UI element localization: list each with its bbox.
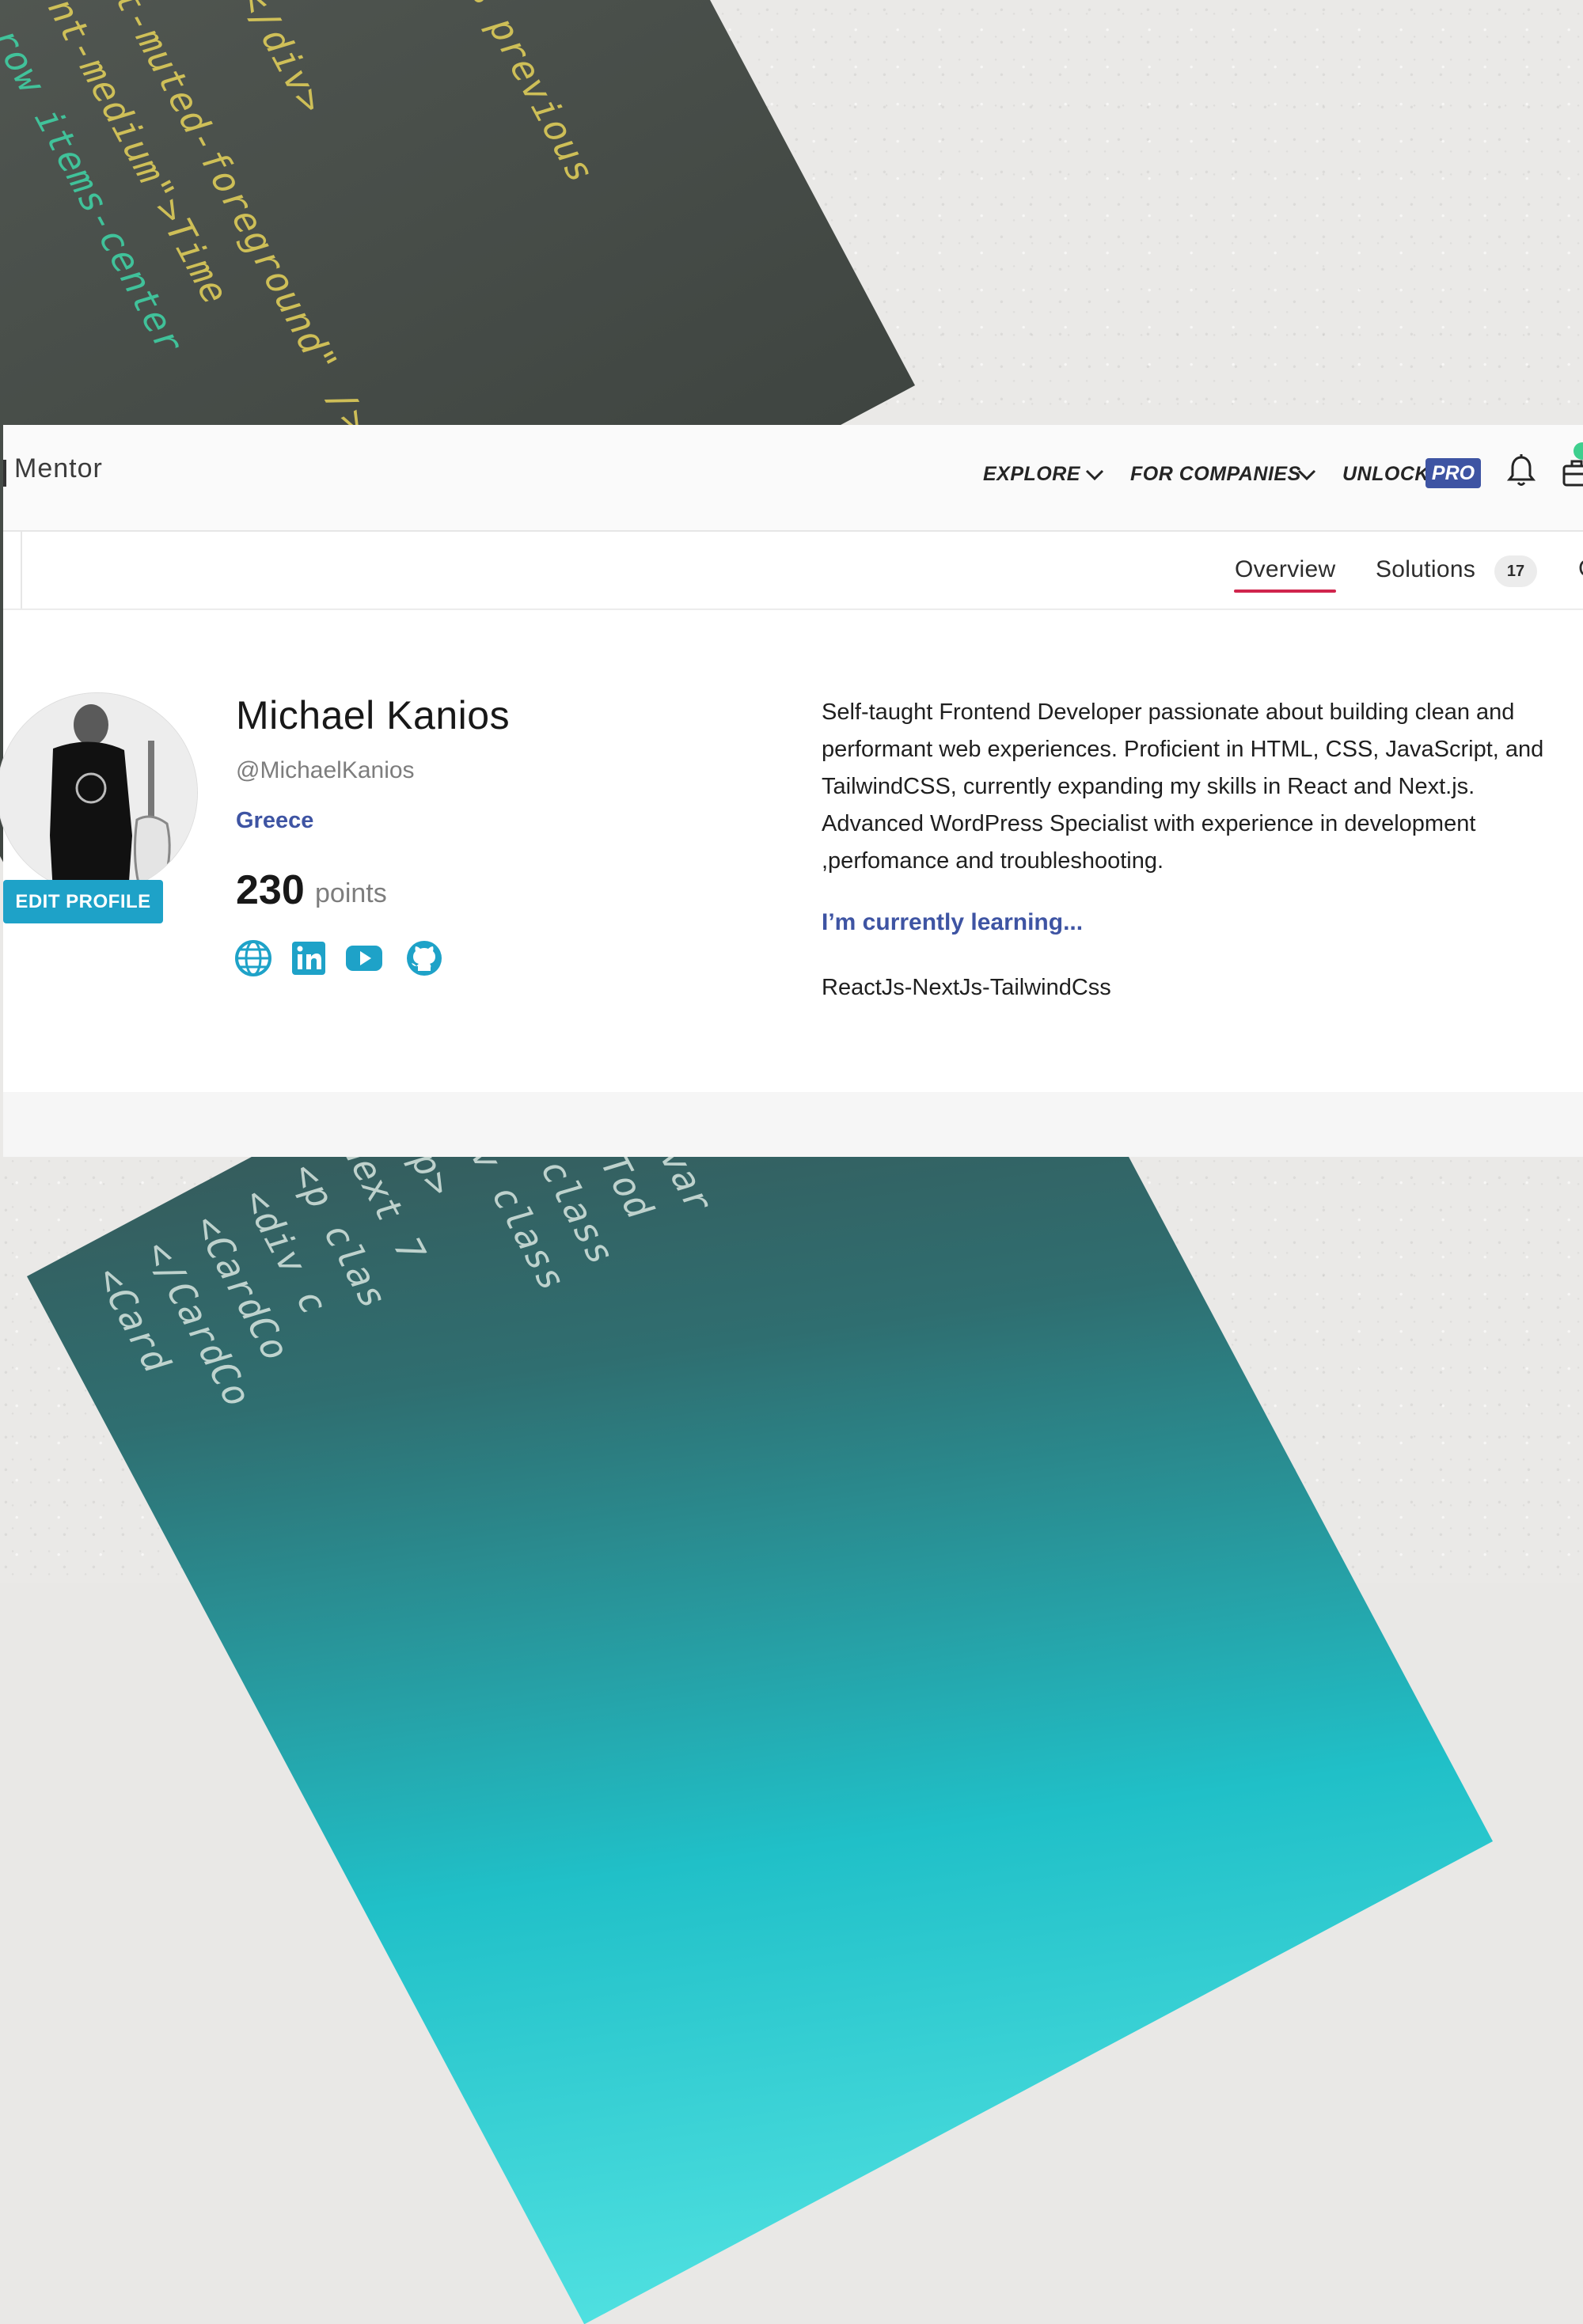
solutions-count-badge: 17	[1494, 555, 1537, 587]
briefcase-icon[interactable]	[1561, 455, 1583, 490]
profile-card: Mentor EXPLORE FOR COMPANIES UNLOCK PRO …	[0, 425, 1583, 1157]
tabs-divider	[21, 532, 22, 608]
card-footer	[3, 1092, 1583, 1157]
edit-profile-button[interactable]: EDIT PROFILE	[3, 880, 163, 923]
brand-mark	[3, 460, 6, 487]
globe-icon[interactable]	[234, 939, 272, 977]
nav-unlock[interactable]: UNLOCK	[1342, 463, 1429, 486]
bio-line: performant web experiences. Proficient i…	[822, 737, 1544, 762]
chevron-down-icon[interactable]	[1084, 466, 1105, 483]
points-value: 230	[236, 867, 305, 913]
points-label: points	[315, 878, 387, 908]
bio-line: TailwindCSS, currently expanding my skil…	[822, 774, 1475, 799]
tab-solutions[interactable]: Solutions	[1376, 556, 1475, 583]
tab-overview[interactable]: Overview	[1235, 556, 1335, 583]
linkedin-icon[interactable]	[290, 939, 328, 977]
top-nav: Mentor EXPLORE FOR COMPANIES UNLOCK PRO	[3, 425, 1583, 532]
learning-heading: I’m currently learning...	[822, 909, 1084, 935]
brand-name[interactable]: Mentor	[14, 453, 103, 484]
pro-badge[interactable]: PRO	[1425, 458, 1481, 488]
bio-line: Advanced WordPress Specialist with exper…	[822, 811, 1476, 836]
avatar	[0, 692, 198, 893]
bio: Self-taught Frontend Developer passionat…	[822, 694, 1583, 880]
bell-icon[interactable]	[1507, 453, 1536, 488]
avatar-photo	[0, 693, 197, 893]
tab-overview-underline	[1234, 590, 1336, 593]
profile-handle: @MichaelKanios	[236, 757, 415, 783]
chevron-down-icon[interactable]	[1296, 466, 1317, 483]
bio-line: Self-taught Frontend Developer passionat…	[822, 699, 1515, 725]
profile-name: Michael Kanios	[236, 693, 511, 737]
bio-line: ,perfomance and troubleshooting.	[822, 848, 1164, 874]
learning-text: ReactJs-NextJs-TailwindCss	[822, 975, 1111, 1000]
youtube-icon[interactable]	[345, 939, 383, 977]
profile-tabs	[3, 532, 1583, 610]
nav-explore[interactable]: EXPLORE	[983, 463, 1080, 486]
tab-partial[interactable]: C	[1578, 555, 1583, 582]
nav-for-companies[interactable]: FOR COMPANIES	[1130, 463, 1301, 486]
profile-country: Greece	[236, 808, 314, 833]
github-icon[interactable]	[405, 939, 443, 977]
